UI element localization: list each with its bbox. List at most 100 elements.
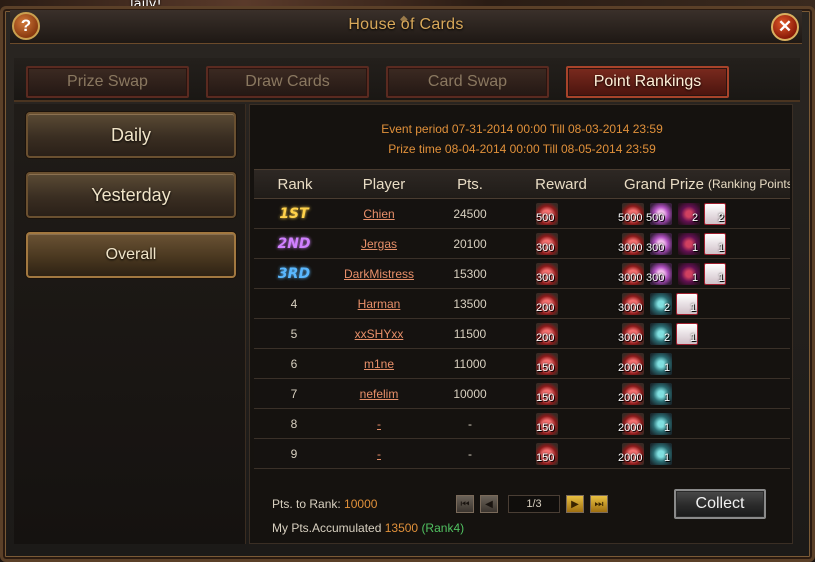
player-link[interactable]: nefelim: [344, 387, 414, 401]
prize-amount: 1: [690, 332, 697, 344]
next-page-icon[interactable]: ▶: [566, 495, 584, 513]
rank-cell: 9: [290, 447, 298, 461]
reward-amount: 300: [536, 242, 555, 254]
rank-cell: 3RD: [277, 266, 311, 282]
header-pts: Pts.: [457, 176, 483, 193]
prize-amount: 1: [664, 362, 671, 374]
prize-amount: 1: [664, 452, 671, 464]
header-player: Player: [362, 176, 406, 193]
rank-cell: 4: [290, 297, 298, 311]
table-row: 8 - - 150 2000 1: [254, 409, 790, 439]
my-pts-value: 13500: [384, 521, 419, 535]
prize-amount: 2: [664, 332, 671, 344]
page-indicator: 1/3: [508, 495, 560, 513]
player-link[interactable]: DarkMistress: [344, 267, 414, 281]
points-cell: 15300: [453, 267, 487, 281]
points-cell: 13500: [453, 297, 487, 311]
reward-amount: 200: [536, 302, 555, 314]
prize-amount: 3000: [618, 272, 643, 284]
prize-amount: 500: [646, 212, 665, 224]
last-page-icon[interactable]: ⏭: [590, 495, 608, 513]
sidebar-item-overall[interactable]: Overall: [26, 232, 236, 278]
my-points: My Pts.Accumulated 13500 (Rank4): [272, 521, 464, 535]
prize-amount: 5000: [618, 212, 643, 224]
prize-amount: 2: [692, 212, 699, 224]
reward-amount: 200: [536, 332, 555, 344]
table-row: 6 m1ne 11000 150 2000 1: [254, 349, 790, 379]
player-link[interactable]: m1ne: [344, 357, 414, 371]
player-link[interactable]: Jergas: [344, 237, 414, 251]
tab-prize-swap[interactable]: Prize Swap: [26, 66, 189, 98]
event-info: Event period 07-31-2014 00:00 Till 08-03…: [250, 119, 794, 159]
help-button[interactable]: ?: [12, 12, 40, 40]
reward-amount: 150: [536, 452, 555, 464]
header-grand-prize: Grand Prize: [623, 176, 705, 193]
pts-to-rank-value: 10000: [344, 497, 378, 511]
title-bar: ◆ House of Cards: [10, 10, 802, 44]
sidebar: Daily Yesterday Overall: [14, 104, 246, 544]
pts-to-rank: Pts. to Rank: 10000: [272, 497, 377, 511]
header-grand-prize-note: (Ranking Points 400: [708, 177, 790, 191]
prize-amount: 1: [692, 242, 699, 254]
close-button[interactable]: ✕: [771, 13, 799, 41]
table-row: 3RD DarkMistress 15300 300 3000 300 1 1: [254, 259, 790, 289]
prize-amount: 2000: [618, 392, 643, 404]
rankings-panel: Event period 07-31-2014 00:00 Till 08-03…: [249, 104, 793, 544]
points-cell: -: [468, 447, 472, 461]
points-cell: 11500: [453, 327, 487, 341]
tab-card-swap[interactable]: Card Swap: [386, 66, 549, 98]
table-row: 4 Harman 13500 200 3000 2 1: [254, 289, 790, 319]
prize-amount: 2: [718, 212, 725, 224]
sidebar-item-daily[interactable]: Daily: [26, 112, 236, 158]
points-cell: 20100: [453, 237, 487, 251]
rank-cell: 7: [290, 387, 298, 401]
points-cell: -: [468, 417, 472, 431]
first-page-icon[interactable]: ⏮: [456, 495, 474, 513]
reward-amount: 150: [536, 362, 555, 374]
prize-amount: 3000: [618, 332, 643, 344]
event-period: Event period 07-31-2014 00:00 Till 08-03…: [381, 122, 663, 136]
prize-amount: 3000: [618, 302, 643, 314]
tab-bar: Prize Swap Draw Cards Card Swap Point Ra…: [14, 58, 800, 102]
prev-page-icon[interactable]: ◀: [480, 495, 498, 513]
reward-amount: 150: [536, 392, 555, 404]
rank-cell: 5: [290, 327, 298, 341]
table-row: 9 - - 150 2000 1: [254, 439, 790, 469]
rank-cell: 8: [290, 417, 298, 431]
prize-amount: 2000: [618, 362, 643, 374]
table-row: 1ST Chien 24500 500 5000 500 2 2: [254, 199, 790, 229]
player-link[interactable]: Harman: [344, 297, 414, 311]
tab-draw-cards[interactable]: Draw Cards: [206, 66, 369, 98]
header-rank: Rank: [277, 176, 313, 193]
prize-time: Prize time 08-04-2014 00:00 Till 08-05-2…: [388, 142, 656, 156]
points-cell: 11000: [453, 357, 487, 371]
prize-amount: 1: [692, 272, 699, 284]
player-link[interactable]: -: [344, 417, 414, 431]
player-link[interactable]: xxSHYxx: [344, 327, 414, 341]
table-body: 1ST Chien 24500 500 5000 500 2 2 2ND Jergas 20100 3…: [254, 199, 790, 469]
prize-amount: 2000: [618, 422, 643, 434]
prize-amount: 1: [718, 272, 725, 284]
reward-amount: 300: [536, 272, 555, 284]
window-title: House of Cards: [348, 16, 464, 33]
prize-amount: 1: [718, 242, 725, 254]
prize-amount: 1: [664, 422, 671, 434]
reward-amount: 500: [536, 212, 555, 224]
prize-amount: 1: [690, 302, 697, 314]
prize-amount: 300: [646, 242, 665, 254]
my-rank: (Rank4): [421, 521, 465, 535]
my-pts-label: My Pts.Accumulated: [272, 521, 382, 535]
prize-amount: 300: [646, 272, 665, 284]
prize-amount: 2: [664, 302, 671, 314]
prize-amount: 2000: [618, 452, 643, 464]
sidebar-item-yesterday[interactable]: Yesterday: [26, 172, 236, 218]
table-row: 2ND Jergas 20100 300 3000 300 1 1: [254, 229, 790, 259]
player-link[interactable]: -: [344, 447, 414, 461]
player-link[interactable]: Chien: [344, 207, 414, 221]
rankings-table: Rank Player Pts. Reward Grand Prize (Ran…: [254, 169, 790, 469]
table-row: 5 xxSHYxx 11500 200 3000 2 1: [254, 319, 790, 349]
tab-point-rankings[interactable]: Point Rankings: [566, 66, 729, 98]
collect-button[interactable]: Collect: [674, 489, 766, 519]
prize-amount: 1: [664, 392, 671, 404]
rank-cell: 2ND: [277, 236, 311, 252]
